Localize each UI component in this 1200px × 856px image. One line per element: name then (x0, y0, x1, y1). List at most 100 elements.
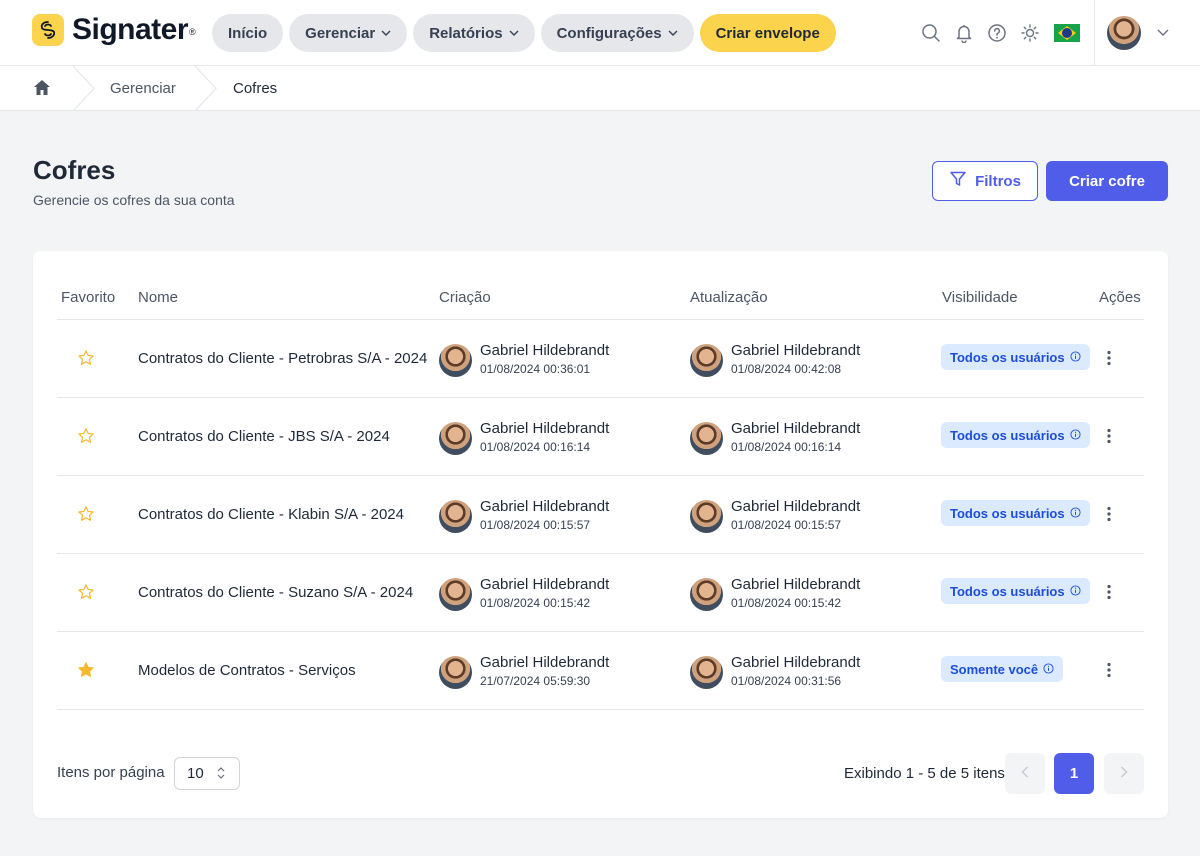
updater-name: Gabriel Hildebrandt (731, 342, 861, 359)
nav-gerenciar-label: Gerenciar (305, 24, 376, 42)
next-page-button[interactable] (1104, 753, 1144, 794)
info-icon[interactable] (1070, 506, 1081, 521)
nav-configuracoes[interactable]: Configurações (540, 14, 694, 52)
page-subtitle: Gerencie os cofres da sua conta (33, 192, 235, 208)
table-row[interactable]: Contratos do Cliente - Suzano S/A - 2024… (57, 554, 1144, 632)
column-header-favorite: Favorito (61, 289, 116, 306)
chevron-right-icon (1120, 766, 1128, 781)
creator-avatar (439, 578, 472, 611)
created-date: 01/08/2024 00:15:42 (480, 596, 591, 610)
creator-avatar (439, 344, 472, 377)
star-outline-icon[interactable] (77, 349, 95, 372)
column-header-created: Criação (439, 289, 491, 306)
previous-page-button[interactable] (1005, 753, 1045, 794)
nav-gerenciar[interactable]: Gerenciar (289, 14, 408, 52)
create-vault-button[interactable]: Criar cofre (1046, 161, 1168, 201)
updated-date: 01/08/2024 00:16:14 (731, 440, 842, 454)
updater-avatar (690, 422, 723, 455)
creator-name: Gabriel Hildebrandt (480, 342, 610, 359)
updater-avatar (690, 656, 723, 689)
created-date: 01/08/2024 00:16:14 (480, 440, 591, 454)
updated-date: 01/08/2024 00:42:08 (731, 362, 842, 376)
created-by: Gabriel Hildebrandt 01/08/2024 00:15:57 (439, 498, 609, 534)
search-icon[interactable] (920, 20, 941, 46)
sun-icon[interactable] (1019, 20, 1040, 46)
filters-label: Filtros (975, 172, 1021, 190)
updater-name: Gabriel Hildebrandt (731, 654, 861, 671)
nav-relatorios[interactable]: Relatórios (413, 14, 535, 52)
info-icon[interactable] (1070, 428, 1081, 443)
visibility-badge: Somente você (941, 656, 1064, 682)
vaults-table-card: Favorito Nome Criação Atualização Visibi… (33, 251, 1168, 818)
vault-name[interactable]: Contratos do Cliente - Klabin S/A - 2024 (138, 506, 404, 523)
vault-name[interactable]: Contratos do Cliente - Petrobras S/A - 2… (138, 350, 427, 367)
column-header-actions: Ações (1099, 289, 1141, 306)
more-actions-icon[interactable] (1101, 660, 1117, 680)
updated-by: Gabriel Hildebrandt 01/08/2024 00:15:57 (690, 498, 860, 534)
bell-icon[interactable] (953, 20, 974, 46)
page-1-button[interactable]: 1 (1054, 753, 1094, 794)
brand-registered-mark: ® (189, 27, 196, 37)
main-nav: Início Gerenciar Relatórios Configuraçõe… (212, 14, 836, 52)
more-actions-icon[interactable] (1101, 504, 1117, 524)
items-per-page-select[interactable]: 10 (174, 757, 240, 790)
more-actions-icon[interactable] (1101, 426, 1117, 446)
star-outline-icon[interactable] (77, 505, 95, 528)
column-header-updated: Atualização (690, 289, 768, 306)
created-date: 21/07/2024 05:59:30 (480, 674, 591, 688)
star-outline-icon[interactable] (77, 583, 95, 606)
breadcrumb-separator (194, 66, 217, 111)
home-icon[interactable] (33, 79, 51, 101)
more-actions-icon[interactable] (1101, 582, 1117, 602)
user-menu[interactable] (1094, 0, 1200, 66)
created-by: Gabriel Hildebrandt 01/08/2024 00:36:01 (439, 342, 609, 378)
user-avatar (1107, 16, 1141, 50)
creator-name: Gabriel Hildebrandt (480, 420, 610, 437)
filters-button[interactable]: Filtros (932, 161, 1038, 201)
table-row[interactable]: Modelos de Contratos - Serviços Gabriel H… (57, 632, 1144, 710)
visibility-label: Somente você (950, 661, 1039, 677)
info-icon[interactable] (1070, 350, 1081, 365)
signater-logo-icon (32, 14, 64, 46)
created-by: Gabriel Hildebrandt 01/08/2024 00:16:14 (439, 420, 609, 456)
vault-name[interactable]: Modelos de Contratos - Serviços (138, 662, 356, 679)
star-filled-icon[interactable] (77, 661, 95, 684)
column-header-name: Nome (138, 289, 179, 306)
creator-name: Gabriel Hildebrandt (480, 576, 610, 593)
info-icon[interactable] (1070, 584, 1081, 599)
breadcrumb-item-gerenciar[interactable]: Gerenciar (110, 80, 176, 97)
table-row[interactable]: Contratos do Cliente - Klabin S/A - 2024… (57, 476, 1144, 554)
header-icons (920, 20, 1080, 46)
vault-name[interactable]: Contratos do Cliente - JBS S/A - 2024 (138, 428, 390, 445)
more-actions-icon[interactable] (1101, 348, 1117, 368)
top-bar: Signater ® Início Gerenciar Relatórios Co… (0, 0, 1200, 66)
filter-icon (949, 170, 967, 192)
star-outline-icon[interactable] (77, 427, 95, 450)
creator-name: Gabriel Hildebrandt (480, 498, 610, 515)
chevron-down-icon (668, 30, 678, 36)
visibility-badge: Todos os usuários (941, 344, 1090, 370)
create-envelope-button[interactable]: Criar envelope (699, 14, 836, 52)
help-icon[interactable] (986, 20, 1007, 46)
brand-logo[interactable]: Signater ® (32, 13, 196, 47)
creator-avatar (439, 500, 472, 533)
brand-name: Signater (72, 13, 189, 46)
breadcrumb-separator (72, 66, 95, 111)
updated-date: 01/08/2024 00:15:57 (731, 518, 842, 532)
visibility-label: Todos os usuários (950, 349, 1065, 365)
visibility-badge: Todos os usuários (941, 422, 1090, 448)
nav-inicio[interactable]: Início (212, 14, 284, 52)
table-row[interactable]: Contratos do Cliente - JBS S/A - 2024 Gab… (57, 398, 1144, 476)
created-by: Gabriel Hildebrandt 21/07/2024 05:59:30 (439, 654, 609, 690)
updated-by: Gabriel Hildebrandt 01/08/2024 00:15:42 (690, 576, 860, 612)
chevron-down-icon (381, 30, 391, 36)
table-row[interactable]: Contratos do Cliente - Petrobras S/A - 2… (57, 320, 1144, 398)
info-icon[interactable] (1043, 662, 1054, 677)
visibility-label: Todos os usuários (950, 583, 1065, 599)
pagination-summary: Exibindo 1 - 5 de 5 itens (844, 765, 1005, 782)
vault-name[interactable]: Contratos do Cliente - Suzano S/A - 2024 (138, 584, 413, 601)
creator-avatar (439, 422, 472, 455)
brazil-flag-icon[interactable] (1054, 24, 1080, 42)
updated-by: Gabriel Hildebrandt 01/08/2024 00:16:14 (690, 420, 860, 456)
nav-inicio-label: Início (228, 24, 268, 42)
